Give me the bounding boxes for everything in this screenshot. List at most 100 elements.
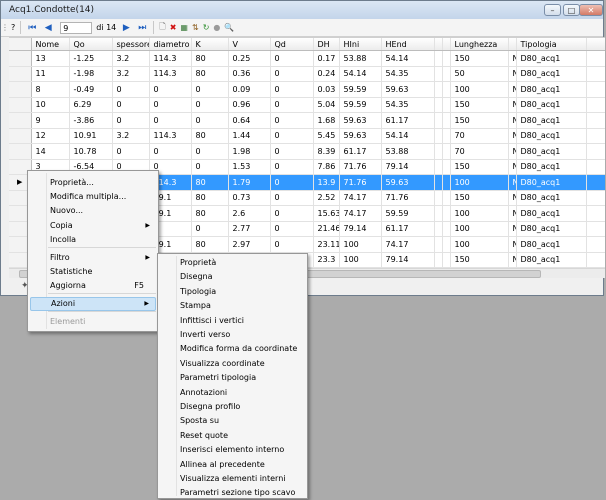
table-cell[interactable]: 0 bbox=[270, 81, 314, 98]
table-cell[interactable]: 0 bbox=[270, 205, 314, 222]
table-cell[interactable]: 13.9 bbox=[313, 174, 340, 191]
column-header[interactable]: Tipologia bbox=[516, 38, 587, 51]
table-cell[interactable]: N bbox=[508, 236, 517, 253]
table-cell[interactable] bbox=[434, 66, 443, 82]
submenu-item[interactable]: Inserisci elemento interno bbox=[160, 443, 305, 457]
table-cell[interactable]: D80_acq1 bbox=[516, 159, 587, 175]
table-cell[interactable]: N bbox=[508, 66, 517, 82]
table-cell[interactable] bbox=[434, 221, 443, 237]
table-cell[interactable]: 74.17 bbox=[339, 190, 382, 206]
table-cell[interactable]: 0 bbox=[112, 112, 150, 129]
submenu-item[interactable]: Modifica forma da coordinate bbox=[160, 342, 305, 356]
table-cell[interactable]: D80_acq1 bbox=[516, 143, 587, 160]
table-cell[interactable] bbox=[434, 128, 443, 144]
table-cell[interactable]: 0 bbox=[270, 112, 314, 129]
column-header[interactable]: K bbox=[191, 38, 229, 51]
submenu-item[interactable]: Infittisci i vertici bbox=[160, 314, 305, 328]
table-cell[interactable]: 5.04 bbox=[313, 97, 340, 113]
table-cell[interactable] bbox=[434, 50, 443, 67]
previous-record-icon[interactable]: ◀ bbox=[42, 21, 54, 34]
table-cell[interactable]: 150 bbox=[450, 159, 509, 175]
table-cell[interactable]: 54.35 bbox=[381, 66, 435, 82]
table-cell[interactable]: 1.79 bbox=[228, 174, 271, 191]
table-cell[interactable]: N bbox=[508, 128, 517, 144]
table-cell[interactable]: 21.46 bbox=[313, 221, 340, 237]
table-cell[interactable] bbox=[434, 236, 443, 253]
row-indicator[interactable] bbox=[9, 143, 32, 160]
submenu-item[interactable]: Allinea al precedente bbox=[160, 458, 305, 472]
table-cell[interactable]: 10 bbox=[31, 97, 70, 113]
table-cell[interactable]: D80_acq1 bbox=[516, 252, 587, 268]
table-cell[interactable]: 0.24 bbox=[313, 66, 340, 82]
table-cell[interactable]: 100 bbox=[450, 205, 509, 222]
table-cell[interactable]: 100 bbox=[450, 221, 509, 237]
table-cell[interactable]: 0 bbox=[191, 221, 229, 237]
table-cell[interactable]: 10.78 bbox=[69, 143, 113, 160]
column-header[interactable]: DH bbox=[313, 38, 340, 51]
table-cell[interactable]: 0.36 bbox=[228, 66, 271, 82]
table-cell[interactable]: 0 bbox=[270, 190, 314, 206]
table-cell[interactable]: 100 bbox=[450, 81, 509, 98]
table-cell[interactable]: 0 bbox=[149, 81, 192, 98]
minimize-button[interactable]: – bbox=[544, 4, 561, 16]
table-cell[interactable]: N bbox=[508, 81, 517, 98]
table-cell[interactable] bbox=[434, 143, 443, 160]
table-cell[interactable]: 0.64 bbox=[228, 112, 271, 129]
table-cell[interactable]: N bbox=[508, 252, 517, 268]
table-cell[interactable]: 50 bbox=[450, 66, 509, 82]
table-cell[interactable]: 0 bbox=[191, 112, 229, 129]
table-cell[interactable]: 114.3 bbox=[149, 66, 192, 82]
column-header[interactable]: spessore bbox=[112, 38, 150, 51]
table-cell[interactable]: D80_acq1 bbox=[516, 97, 587, 113]
table-cell[interactable]: 74.17 bbox=[381, 236, 435, 253]
table-cell[interactable] bbox=[442, 252, 451, 268]
close-window-button[interactable]: ✕ bbox=[579, 4, 603, 16]
refresh-icon[interactable]: ↻ bbox=[203, 21, 210, 34]
table-cell[interactable] bbox=[434, 190, 443, 206]
grid-properties-icon[interactable]: ▦ bbox=[180, 21, 188, 34]
maximize-button[interactable]: □ bbox=[563, 4, 580, 16]
context-menu-item[interactable]: Filtro ▶ bbox=[30, 251, 156, 265]
table-cell[interactable]: 2.52 bbox=[313, 190, 340, 206]
table-cell[interactable]: D80_acq1 bbox=[516, 174, 587, 191]
table-cell[interactable] bbox=[434, 159, 443, 175]
table-cell[interactable]: 0.17 bbox=[313, 50, 340, 67]
table-cell[interactable]: N bbox=[508, 190, 517, 206]
table-cell[interactable]: 0 bbox=[191, 143, 229, 160]
table-cell[interactable]: 23.3 bbox=[313, 252, 340, 268]
table-cell[interactable]: 3.2 bbox=[112, 66, 150, 82]
submenu-item[interactable]: Parametri sezione tipo scavo bbox=[160, 486, 305, 500]
table-cell[interactable]: 0 bbox=[149, 97, 192, 113]
table-cell[interactable]: 8 bbox=[31, 81, 70, 98]
table-cell[interactable]: 150 bbox=[450, 50, 509, 67]
row-indicator[interactable] bbox=[9, 97, 32, 113]
column-header[interactable]: Qo bbox=[69, 38, 113, 51]
table-cell[interactable]: 10.91 bbox=[69, 128, 113, 144]
table-cell[interactable]: 0.73 bbox=[228, 190, 271, 206]
table-cell[interactable]: D80_acq1 bbox=[516, 128, 587, 144]
table-cell[interactable]: 61.17 bbox=[381, 112, 435, 129]
table-cell[interactable]: N bbox=[508, 97, 517, 113]
table-cell[interactable] bbox=[434, 252, 443, 268]
table-cell[interactable]: 59.59 bbox=[339, 97, 382, 113]
context-menu-item[interactable]: Proprietà... bbox=[30, 176, 156, 190]
table-cell[interactable]: 80 bbox=[191, 174, 229, 191]
table-cell[interactable]: 23.11 bbox=[313, 236, 340, 253]
table-cell[interactable]: 2.6 bbox=[228, 205, 271, 222]
table-cell[interactable]: 0 bbox=[149, 112, 192, 129]
submenu-item[interactable]: Parametri tipologia bbox=[160, 371, 305, 385]
table-cell[interactable]: D80_acq1 bbox=[516, 112, 587, 129]
table-cell[interactable]: 114.3 bbox=[149, 50, 192, 67]
table-row[interactable]: 9-3.860000.6401.6859.6361.17150ND80_acq1 bbox=[9, 112, 605, 129]
column-header[interactable] bbox=[442, 38, 451, 51]
table-cell[interactable]: 71.76 bbox=[339, 159, 382, 175]
table-cell[interactable]: 0 bbox=[191, 159, 229, 175]
row-indicator[interactable] bbox=[9, 50, 32, 67]
table-cell[interactable] bbox=[442, 112, 451, 129]
table-cell[interactable] bbox=[442, 128, 451, 144]
table-cell[interactable]: 11 bbox=[31, 66, 70, 82]
submenu-item[interactable]: Annotazioni bbox=[160, 386, 305, 400]
column-header[interactable]: HEnd bbox=[381, 38, 435, 51]
submenu-item[interactable]: Disegna profilo bbox=[160, 400, 305, 414]
table-cell[interactable]: 0 bbox=[270, 221, 314, 237]
